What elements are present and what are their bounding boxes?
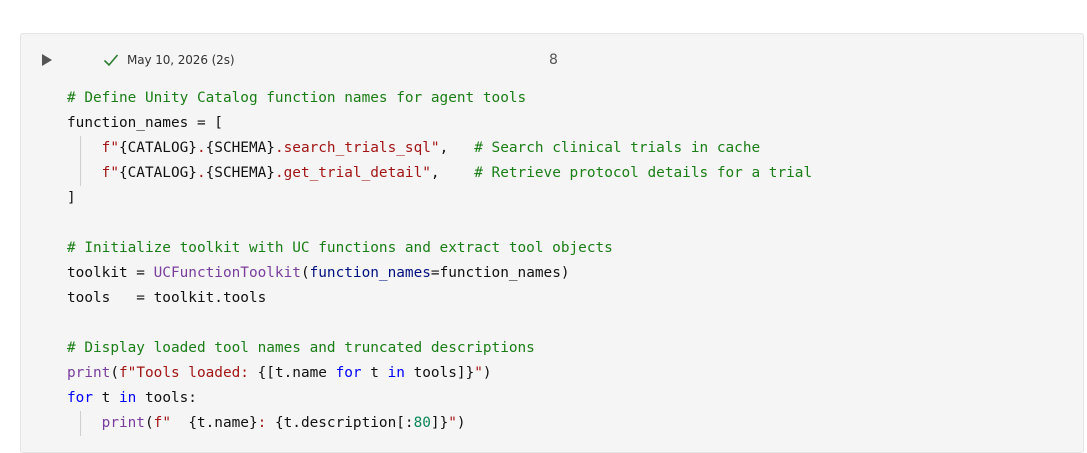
code-token: ]} <box>430 415 449 431</box>
code-token: in <box>119 390 137 406</box>
code-line: # Initialize toolkit with UC functions a… <box>67 236 1073 261</box>
code-token: .get_trial_detail" <box>274 165 431 181</box>
play-icon <box>42 54 52 66</box>
code-token: f"Tools loaded: <box>119 365 258 381</box>
notebook-cell[interactable]: May 10, 2026 (2s) 8 # Define Unity Catal… <box>20 33 1084 453</box>
code-token: , <box>430 165 475 181</box>
code-token: print <box>67 365 111 381</box>
code-token: tools = toolkit.tools <box>67 290 267 306</box>
cell-number: 8 <box>549 52 558 68</box>
code-token: ( <box>144 415 154 431</box>
code-line: function_names = [ <box>67 111 1073 136</box>
code-token: f" <box>101 140 119 156</box>
code-token: t <box>93 390 119 406</box>
code-line: tools = toolkit.tools <box>67 286 1073 311</box>
code-line: for t in tools: <box>67 386 1073 411</box>
code-line: f"{CATALOG}.{SCHEMA}.get_trial_detail", … <box>67 161 1073 186</box>
code-token: .search_trials_sql" <box>274 140 440 156</box>
code-token: for <box>335 365 362 381</box>
code-token: f" <box>101 165 119 181</box>
code-token: # Initialize toolkit with UC functions a… <box>67 240 613 256</box>
code-token: : <box>257 415 275 431</box>
code-token: tools: <box>136 390 197 406</box>
code-token: ) <box>482 365 492 381</box>
execution-status: May 10, 2026 (2s) <box>103 52 235 68</box>
code-token: print <box>101 415 145 431</box>
indent-guide <box>80 411 81 436</box>
code-token: . <box>196 165 206 181</box>
code-token: " <box>474 365 483 381</box>
code-token: {CATALOG} <box>118 140 197 156</box>
code-token: toolkit = <box>67 265 154 281</box>
run-cell-button[interactable] <box>42 54 52 66</box>
code-token: # Retrieve protocol details for a trial <box>474 165 813 181</box>
execution-timestamp: May 10, 2026 (2s) <box>127 53 235 67</box>
code-line: print(f"Tools loaded: {[t.name for t in … <box>67 361 1073 386</box>
code-token: 80 <box>413 415 431 431</box>
code-token: function_names <box>309 265 431 281</box>
check-icon <box>103 53 119 67</box>
code-token: {[t.name <box>257 365 336 381</box>
code-token: ( <box>110 365 119 381</box>
code-token: ) <box>456 415 466 431</box>
code-line: # Define Unity Catalog function names fo… <box>67 86 1073 111</box>
code-token: UCFunctionToolkit <box>153 265 301 281</box>
code-line: ] <box>67 186 1073 211</box>
code-token: # Search clinical trials in cache <box>474 140 761 156</box>
code-token: in <box>387 365 405 381</box>
code-token: {SCHEMA} <box>205 165 275 181</box>
code-token: for <box>67 390 93 406</box>
code-editor[interactable]: # Define Unity Catalog function names fo… <box>67 86 1073 436</box>
code-token: ( <box>300 265 310 281</box>
code-token: # Display loaded tool names and truncate… <box>67 340 535 356</box>
code-token: {t.name} <box>188 415 258 431</box>
code-line: toolkit = UCFunctionToolkit(function_nam… <box>67 261 1073 286</box>
code-token: {SCHEMA} <box>205 140 275 156</box>
code-token: tools]} <box>404 365 475 381</box>
indent-guide <box>80 136 81 161</box>
code-token: {t.description[: <box>274 415 414 431</box>
code-token: {CATALOG} <box>118 165 197 181</box>
code-token: function_names = [ <box>67 115 223 131</box>
code-token: . <box>196 140 206 156</box>
code-line: f"{CATALOG}.{SCHEMA}.search_trials_sql",… <box>67 136 1073 161</box>
indent-guide <box>80 161 81 186</box>
code-token: ] <box>67 190 76 206</box>
code-token: # Define Unity Catalog function names fo… <box>67 90 527 106</box>
code-token: t <box>361 365 388 381</box>
code-line: print(f" {t.name}: {t.description[:80]}"… <box>67 411 1073 436</box>
code-line: # Display loaded tool names and truncate… <box>67 336 1073 361</box>
code-token: " <box>448 415 457 431</box>
code-token: f" <box>153 415 189 431</box>
code-token: =function_names) <box>430 265 570 281</box>
code-token: , <box>439 140 475 156</box>
